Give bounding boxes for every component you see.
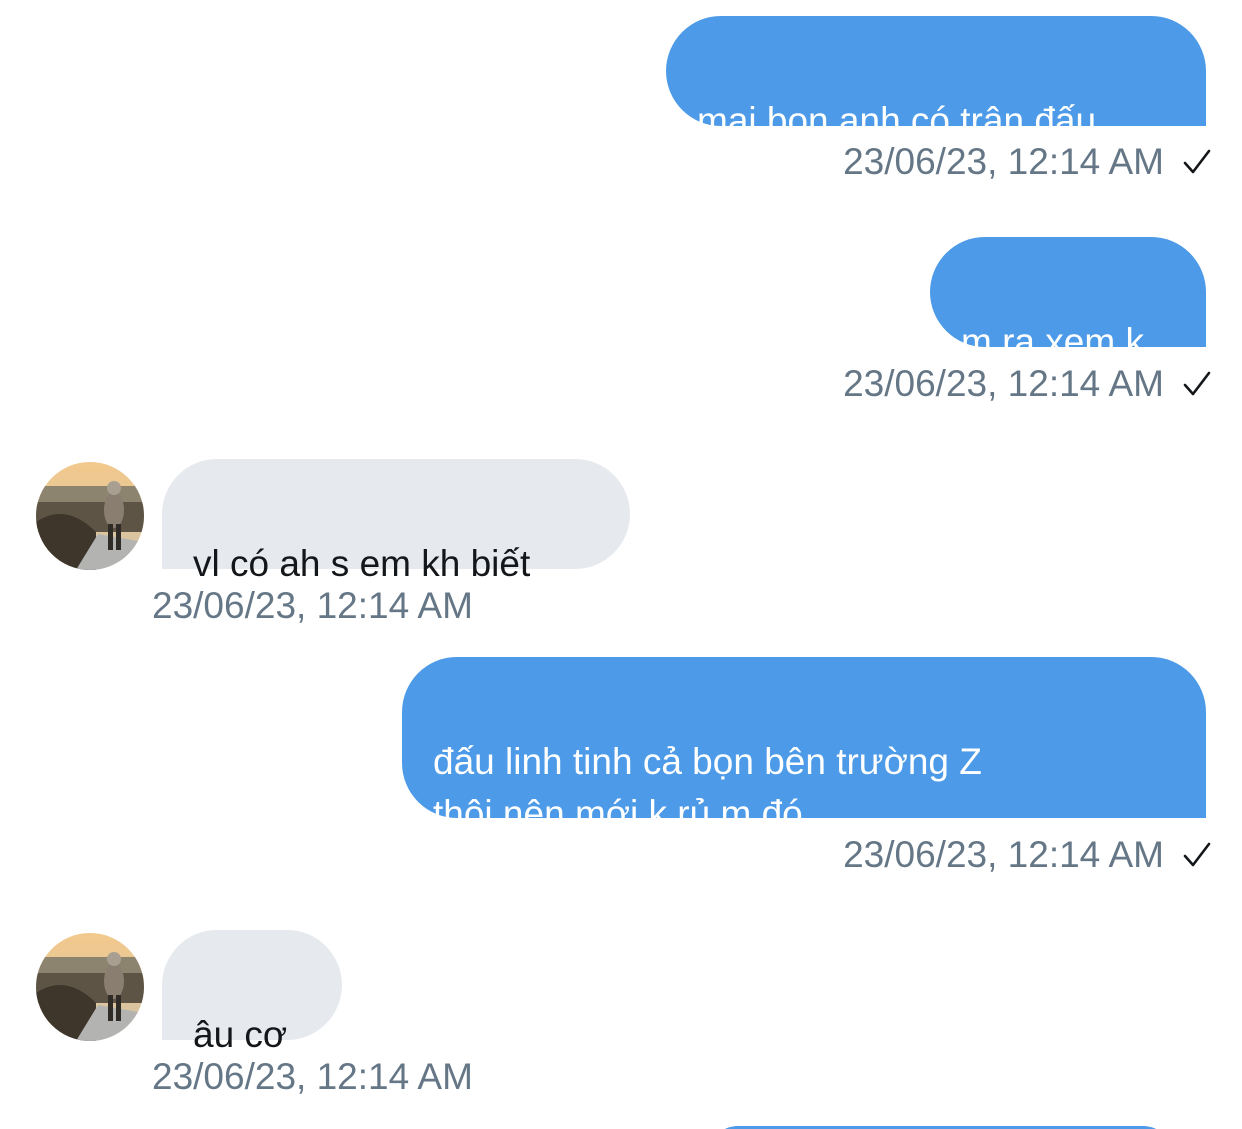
- message-meta: 23/06/23, 12:14 AM: [843, 140, 1212, 184]
- message-meta: 23/06/23, 12:14 AM: [843, 833, 1212, 877]
- message-timestamp: 23/06/23, 12:14 AM: [843, 834, 1164, 875]
- message-bubble-incoming[interactable]: vl có ah s em kh biết: [162, 459, 630, 584]
- message-timestamp: 23/06/23, 12:14 AM: [843, 141, 1164, 182]
- check-icon: [1183, 371, 1211, 396]
- avatar[interactable]: [36, 933, 144, 1041]
- message-text: m ra xem k: [961, 321, 1144, 362]
- avatar[interactable]: [36, 462, 144, 570]
- message-bubble-outgoing[interactable]: m ra xem k: [930, 237, 1206, 362]
- check-icon: [1183, 842, 1211, 867]
- message-text: vl có ah s em kh biết: [193, 543, 531, 584]
- chat-thread: mai bọn anh có trận đấu 23/06/23, 12:14 …: [0, 0, 1242, 1129]
- message-timestamp: 23/06/23, 12:14 AM: [843, 363, 1164, 404]
- message-bubble-outgoing[interactable]: đấu linh tinh cả bọn bên trường Z thôi n…: [402, 657, 1206, 834]
- message-text: đấu linh tinh cả bọn bên trường Z thôi n…: [433, 741, 982, 834]
- message-text: âu cơ: [193, 1014, 288, 1055]
- message-timestamp: 23/06/23, 12:14 AM: [152, 585, 473, 626]
- message-timestamp: 23/06/23, 12:14 AM: [152, 1056, 473, 1097]
- message-bubble-incoming[interactable]: âu cơ: [162, 930, 342, 1055]
- message-bubble-outgoing[interactable]: mai bọn anh có trận đấu: [666, 16, 1206, 141]
- avatar-photo: [36, 462, 144, 570]
- check-icon: [1183, 149, 1211, 174]
- message-meta: 23/06/23, 12:14 AM: [152, 584, 473, 628]
- message-text: mai bọn anh có trận đấu: [697, 100, 1097, 141]
- avatar-photo: [36, 933, 144, 1041]
- message-meta: 23/06/23, 12:14 AM: [152, 1055, 473, 1099]
- message-meta: 23/06/23, 12:14 AM: [843, 362, 1212, 406]
